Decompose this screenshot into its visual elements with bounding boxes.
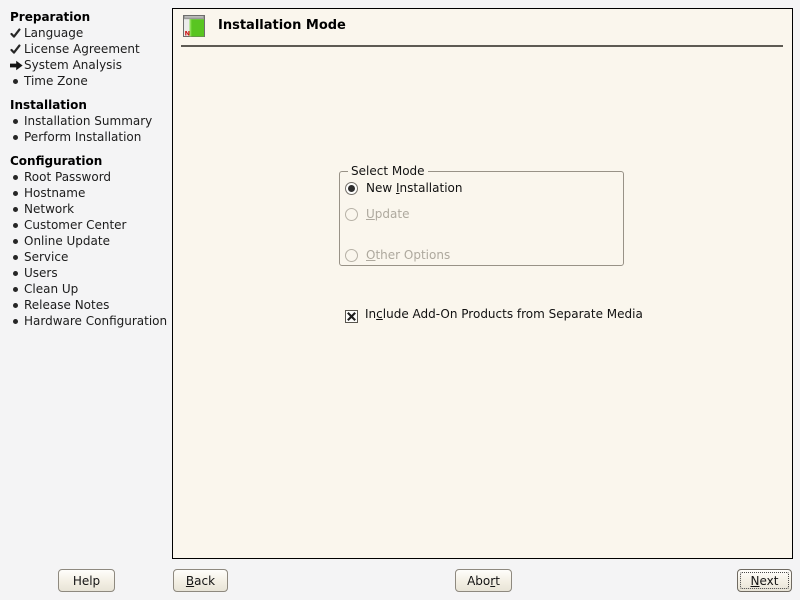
sidebar-item-license-agreement: License Agreement xyxy=(10,41,170,57)
content-panel: N Installation Mode Select Mode New Inst… xyxy=(172,8,793,559)
sidebar-item-label: Network xyxy=(24,202,75,216)
sidebar-item-label: Root Password xyxy=(24,170,112,184)
bullet-icon xyxy=(10,302,24,308)
section-title: Installation xyxy=(10,98,87,112)
sidebar-item-label: Users xyxy=(24,266,58,280)
sidebar-item-label: Perform Installation xyxy=(24,130,142,144)
sidebar-item-label: Service xyxy=(24,250,69,264)
radio-update: Update xyxy=(345,207,409,221)
radio-button-icon xyxy=(345,248,358,262)
check-icon xyxy=(10,44,24,55)
sidebar-item-label: Installation Summary xyxy=(24,114,153,128)
section-title: Configuration xyxy=(10,154,103,168)
help-button[interactable]: Help xyxy=(58,569,115,592)
sidebar-item-language: Language xyxy=(10,25,170,41)
bullet-icon xyxy=(10,206,24,212)
bullet-icon xyxy=(10,286,24,292)
checkbox-checked-icon xyxy=(345,308,358,323)
package-icon: N xyxy=(183,14,205,38)
svg-text:N: N xyxy=(185,30,190,37)
sidebar-item-label: Customer Center xyxy=(24,218,127,232)
sidebar-item-clean-up: Clean Up xyxy=(10,281,170,297)
check-icon xyxy=(10,28,24,39)
abort-button[interactable]: Abort xyxy=(455,569,512,592)
sidebar-item-label: Release Notes xyxy=(24,298,110,312)
sidebar-item-label: Online Update xyxy=(24,234,110,248)
sidebar-item-perform-installation: Perform Installation xyxy=(10,129,170,145)
sidebar-section-preparation: Preparation Language License Agreement S… xyxy=(10,9,170,89)
sidebar-item-network: Network xyxy=(10,201,170,217)
current-step-arrow-icon xyxy=(10,60,24,71)
bullet-icon xyxy=(10,78,24,84)
groupbox-legend: Select Mode xyxy=(348,164,428,179)
sidebar-item-label: Language xyxy=(24,26,84,40)
page-title: Installation Mode xyxy=(218,18,346,33)
sidebar-item-hardware-configuration: Hardware Configuration xyxy=(10,313,170,329)
sidebar-item-label: Hardware Configuration xyxy=(24,314,168,328)
next-button[interactable]: Next xyxy=(737,569,792,592)
installer-steps-sidebar: Preparation Language License Agreement S… xyxy=(10,9,170,329)
sidebar-section-installation: Installation Installation Summary Perfor… xyxy=(10,97,170,145)
sidebar-item-online-update: Online Update xyxy=(10,233,170,249)
radio-label: New Installation xyxy=(366,181,463,195)
sidebar-item-users: Users xyxy=(10,265,170,281)
sidebar-item-label: Clean Up xyxy=(24,282,79,296)
bullet-icon xyxy=(10,222,24,228)
sidebar-item-root-password: Root Password xyxy=(10,169,170,185)
checkbox-label: Include Add-On Products from Separate Me… xyxy=(365,307,643,321)
header-divider xyxy=(181,45,783,47)
radio-label: Other Options xyxy=(366,248,451,262)
bullet-icon xyxy=(10,254,24,260)
sidebar-item-label: System Analysis xyxy=(24,58,123,72)
bullet-icon xyxy=(10,318,24,324)
bullet-icon xyxy=(10,118,24,124)
page-header: N Installation Mode xyxy=(183,14,346,38)
radio-button-icon xyxy=(345,181,358,195)
sidebar-item-release-notes: Release Notes xyxy=(10,297,170,313)
radio-other-options: Other Options xyxy=(345,248,450,262)
sidebar-item-label: Hostname xyxy=(24,186,86,200)
bullet-icon xyxy=(10,238,24,244)
sidebar-item-label: License Agreement xyxy=(24,42,140,56)
radio-label: Update xyxy=(366,207,410,221)
select-mode-groupbox: Select Mode New Installation Update Othe… xyxy=(339,164,624,266)
bullet-icon xyxy=(10,270,24,276)
include-addon-checkbox[interactable]: Include Add-On Products from Separate Me… xyxy=(345,307,643,323)
bullet-icon xyxy=(10,190,24,196)
sidebar-item-customer-center: Customer Center xyxy=(10,217,170,233)
sidebar-item-installation-summary: Installation Summary xyxy=(10,113,170,129)
sidebar-item-service: Service xyxy=(10,249,170,265)
radio-new-installation[interactable]: New Installation xyxy=(345,181,462,195)
bullet-icon xyxy=(10,174,24,180)
sidebar-item-system-analysis: System Analysis xyxy=(10,57,170,73)
sidebar-item-time-zone: Time Zone xyxy=(10,73,170,89)
section-title: Preparation xyxy=(10,10,91,24)
sidebar-item-label: Time Zone xyxy=(24,74,88,88)
sidebar-section-configuration: Configuration Root Password Hostname Net… xyxy=(10,153,170,329)
sidebar-item-hostname: Hostname xyxy=(10,185,170,201)
back-button[interactable]: Back xyxy=(173,569,228,592)
bullet-icon xyxy=(10,134,24,140)
radio-button-icon xyxy=(345,207,358,221)
